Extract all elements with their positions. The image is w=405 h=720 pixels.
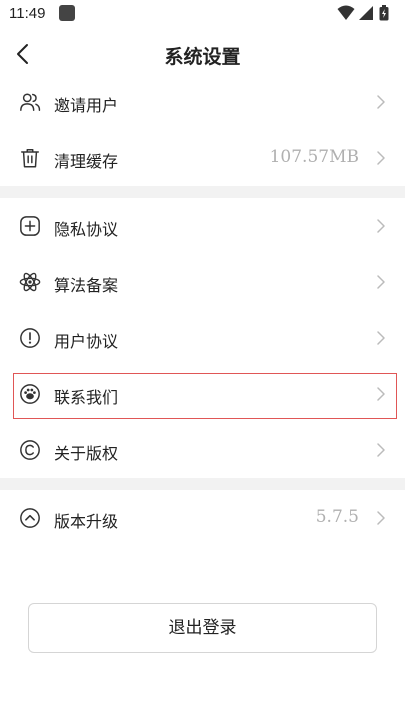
chevron-right-icon: [377, 331, 385, 345]
cache-size-value: 107.57MB: [269, 147, 359, 167]
chevron-right-icon: [377, 275, 385, 289]
chevron-right-icon: [377, 387, 385, 401]
row-label: 联系我们: [54, 388, 119, 407]
nav-bar: 系统设置: [0, 28, 405, 80]
row-label: 关于版权: [54, 444, 119, 463]
row-label: 清理缓存: [54, 152, 119, 171]
notification-app-icon: [59, 5, 75, 21]
plus-square-icon: [20, 216, 40, 236]
row-copyright[interactable]: 关于版权: [0, 422, 405, 478]
status-time: 11:49: [9, 5, 46, 22]
chevron-right-icon: [377, 219, 385, 233]
row-label: 版本升级: [54, 512, 119, 531]
wifi-icon: [337, 5, 355, 20]
row-privacy-policy[interactable]: 隐私协议: [0, 198, 405, 254]
page-title: 系统设置: [164, 46, 241, 68]
status-bar: 11:49: [0, 0, 405, 28]
chevron-right-icon: [377, 511, 385, 525]
row-clear-cache[interactable]: 清理缓存 107.57MB: [0, 130, 405, 186]
exclamation-circle-icon: [20, 328, 40, 348]
battery-icon: [379, 5, 389, 21]
section-divider: [0, 478, 405, 490]
chevron-up-circle-icon: [20, 508, 40, 528]
version-value: 5.7.5: [315, 507, 359, 527]
row-algorithm-filing[interactable]: 算法备案: [0, 254, 405, 310]
row-label: 算法备案: [54, 276, 119, 295]
chevron-right-icon: [377, 151, 385, 165]
chevron-right-icon: [377, 443, 385, 457]
paw-icon: [20, 384, 40, 404]
atom-icon: [19, 272, 41, 292]
row-invite-users[interactable]: 邀请用户: [0, 74, 405, 130]
row-version-upgrade[interactable]: 版本升级 5.7.5: [0, 490, 405, 546]
section-divider: [0, 186, 405, 198]
trash-icon: [21, 149, 39, 168]
status-icons: [337, 5, 397, 21]
row-user-agreement[interactable]: 用户协议: [0, 310, 405, 366]
row-label: 邀请用户: [54, 96, 119, 115]
settings-group-version: 版本升级 5.7.5: [0, 490, 405, 546]
row-label: 用户协议: [54, 332, 119, 351]
row-label: 隐私协议: [54, 220, 119, 239]
chevron-right-icon: [377, 95, 385, 109]
settings-group-info: 隐私协议 算法备案 用户协议 联系我们 关于版权: [0, 198, 405, 478]
settings-group-account: 邀请用户 清理缓存 107.57MB: [0, 74, 405, 186]
logout-button[interactable]: 退出登录: [28, 603, 377, 653]
signal-icon: [359, 6, 373, 20]
invite-users-icon: [20, 93, 41, 111]
row-contact-us[interactable]: 联系我们: [0, 366, 405, 422]
copyright-icon: [20, 440, 40, 460]
